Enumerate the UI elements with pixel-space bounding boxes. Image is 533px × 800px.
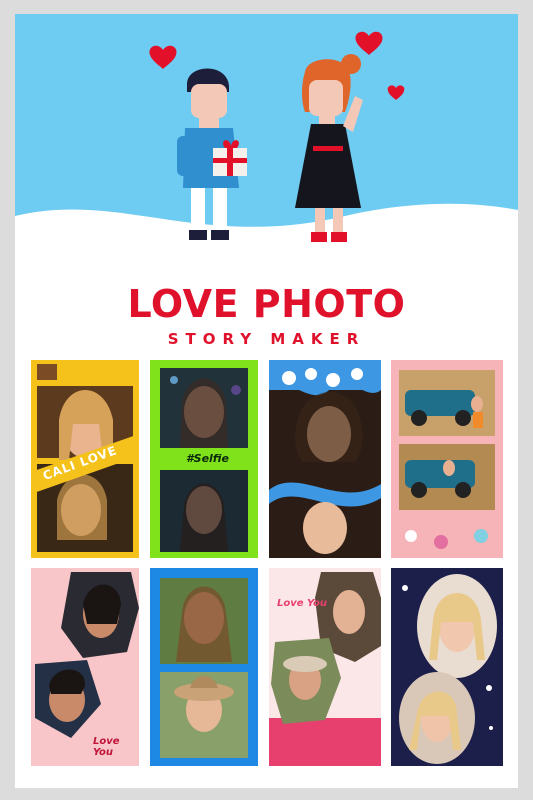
template-thumbnail-6[interactable] — [150, 568, 258, 766]
app-subtitle: STORY MAKER — [167, 330, 366, 348]
template-thumbnail-2[interactable]: #Selfie — [150, 360, 258, 558]
promo-card: LOVE PHOTO STORY MAKER CALI LOVE #Selfie… — [15, 14, 518, 788]
template-thumbnail-7[interactable]: Love You — [269, 568, 381, 766]
template-thumbnail-8[interactable] — [391, 568, 503, 766]
template-thumbnail-3[interactable] — [269, 360, 381, 558]
app-title: LOVE PHOTO — [127, 282, 406, 326]
template-caption: Love You — [93, 736, 120, 758]
template-thumbnail-4[interactable] — [391, 360, 503, 558]
template-caption: Love You — [277, 598, 327, 609]
template-thumbnail-5[interactable]: Love You — [31, 568, 139, 766]
template-caption: #Selfie — [186, 452, 229, 465]
hero-illustration — [15, 14, 518, 254]
template-thumbnail-1[interactable]: CALI LOVE — [31, 360, 139, 558]
